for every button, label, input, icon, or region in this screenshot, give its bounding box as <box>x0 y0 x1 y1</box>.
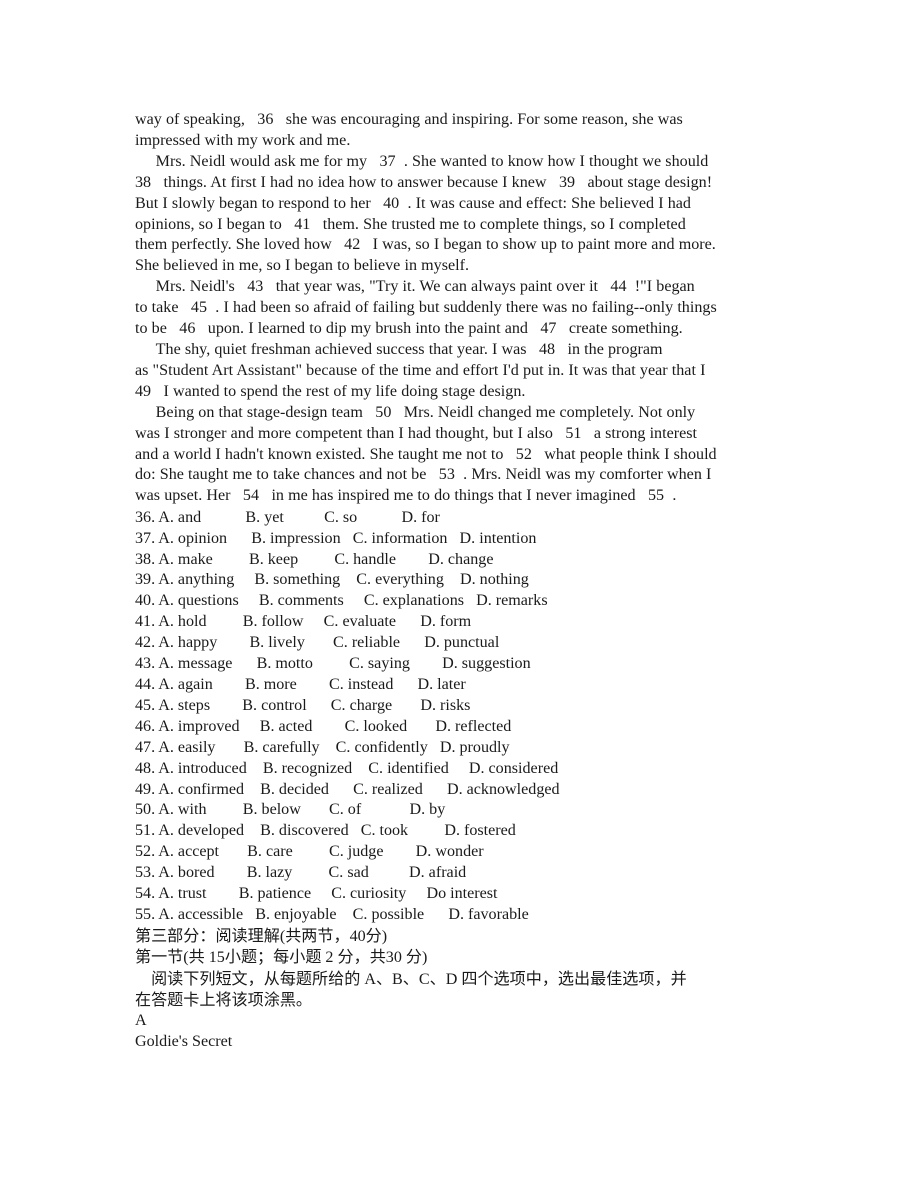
document-text-column: way of speaking, 36 she was encouraging … <box>135 110 791 1053</box>
cloze-option-row: 52. A. accept B. care C. judge D. wonder <box>135 843 484 861</box>
passage-paragraph: Mrs. Neidl's 43 that year was, "Try it. … <box>135 278 717 338</box>
cloze-option-row: 36. A. and B. yet C. so D. for <box>135 508 440 526</box>
passage-label-a: A <box>135 1012 147 1030</box>
passage-paragraph: Being on that stage-design team 50 Mrs. … <box>135 403 717 505</box>
reading-section: 第三部分：阅读理解(共两节，40分) 第一节(共 15小题；每小题 2 分，共3… <box>135 926 791 1053</box>
passage-title: Goldie's Secret <box>135 1033 233 1051</box>
cloze-option-row: 44. A. again B. more C. instead D. later <box>135 675 466 693</box>
cloze-option-row: 42. A. happy B. lively C. reliable D. pu… <box>135 634 500 652</box>
cloze-option-row: 46. A. improved B. acted C. looked D. re… <box>135 717 512 735</box>
cloze-option-row: 37. A. opinion B. impression C. informat… <box>135 529 537 547</box>
passage-paragraph: The shy, quiet freshman achieved success… <box>135 340 706 400</box>
passage-paragraph: Mrs. Neidl would ask me for my 37 . She … <box>135 152 716 275</box>
cloze-option-row: 40. A. questions B. comments C. explanat… <box>135 592 548 610</box>
reading-subsection-heading: 第一节(共 15小题；每小题 2 分，共30 分) <box>135 949 428 967</box>
reading-part-heading: 第三部分：阅读理解(共两节，40分) <box>135 927 388 945</box>
passage-paragraph: way of speaking, 36 she was encouraging … <box>135 111 683 149</box>
cloze-option-row: 54. A. trust B. patience C. curiosity Do… <box>135 885 498 903</box>
page-canvas: way of speaking, 36 she was encouraging … <box>0 0 920 1191</box>
cloze-option-row: 38. A. make B. keep C. handle D. change <box>135 550 494 568</box>
cloze-option-row: 45. A. steps B. control C. charge D. ris… <box>135 696 471 714</box>
cloze-option-row: 47. A. easily B. carefully C. confidentl… <box>135 738 510 756</box>
cloze-passage: way of speaking, 36 she was encouraging … <box>135 110 791 507</box>
cloze-option-row: 49. A. confirmed B. decided C. realized … <box>135 780 560 798</box>
cloze-option-row: 51. A. developed B. discovered C. took D… <box>135 822 516 840</box>
cloze-option-row: 43. A. message B. motto C. saying D. sug… <box>135 655 531 673</box>
cloze-option-row: 41. A. hold B. follow C. evaluate D. for… <box>135 613 472 631</box>
cloze-options-list: 36. A. and B. yet C. so D. for 37. A. op… <box>135 508 791 926</box>
reading-instruction: 阅读下列短文，从每题所给的 A、B、C、D 四个选项中，选出最佳选项，并 在答题… <box>135 970 687 1010</box>
cloze-option-row: 55. A. accessible B. enjoyable C. possib… <box>135 905 529 923</box>
cloze-option-row: 39. A. anything B. something C. everythi… <box>135 571 529 589</box>
cloze-option-row: 48. A. introduced B. recognized C. ident… <box>135 759 559 777</box>
cloze-option-row: 53. A. bored B. lazy C. sad D. afraid <box>135 864 467 882</box>
cloze-option-row: 50. A. with B. below C. of D. by <box>135 801 446 819</box>
